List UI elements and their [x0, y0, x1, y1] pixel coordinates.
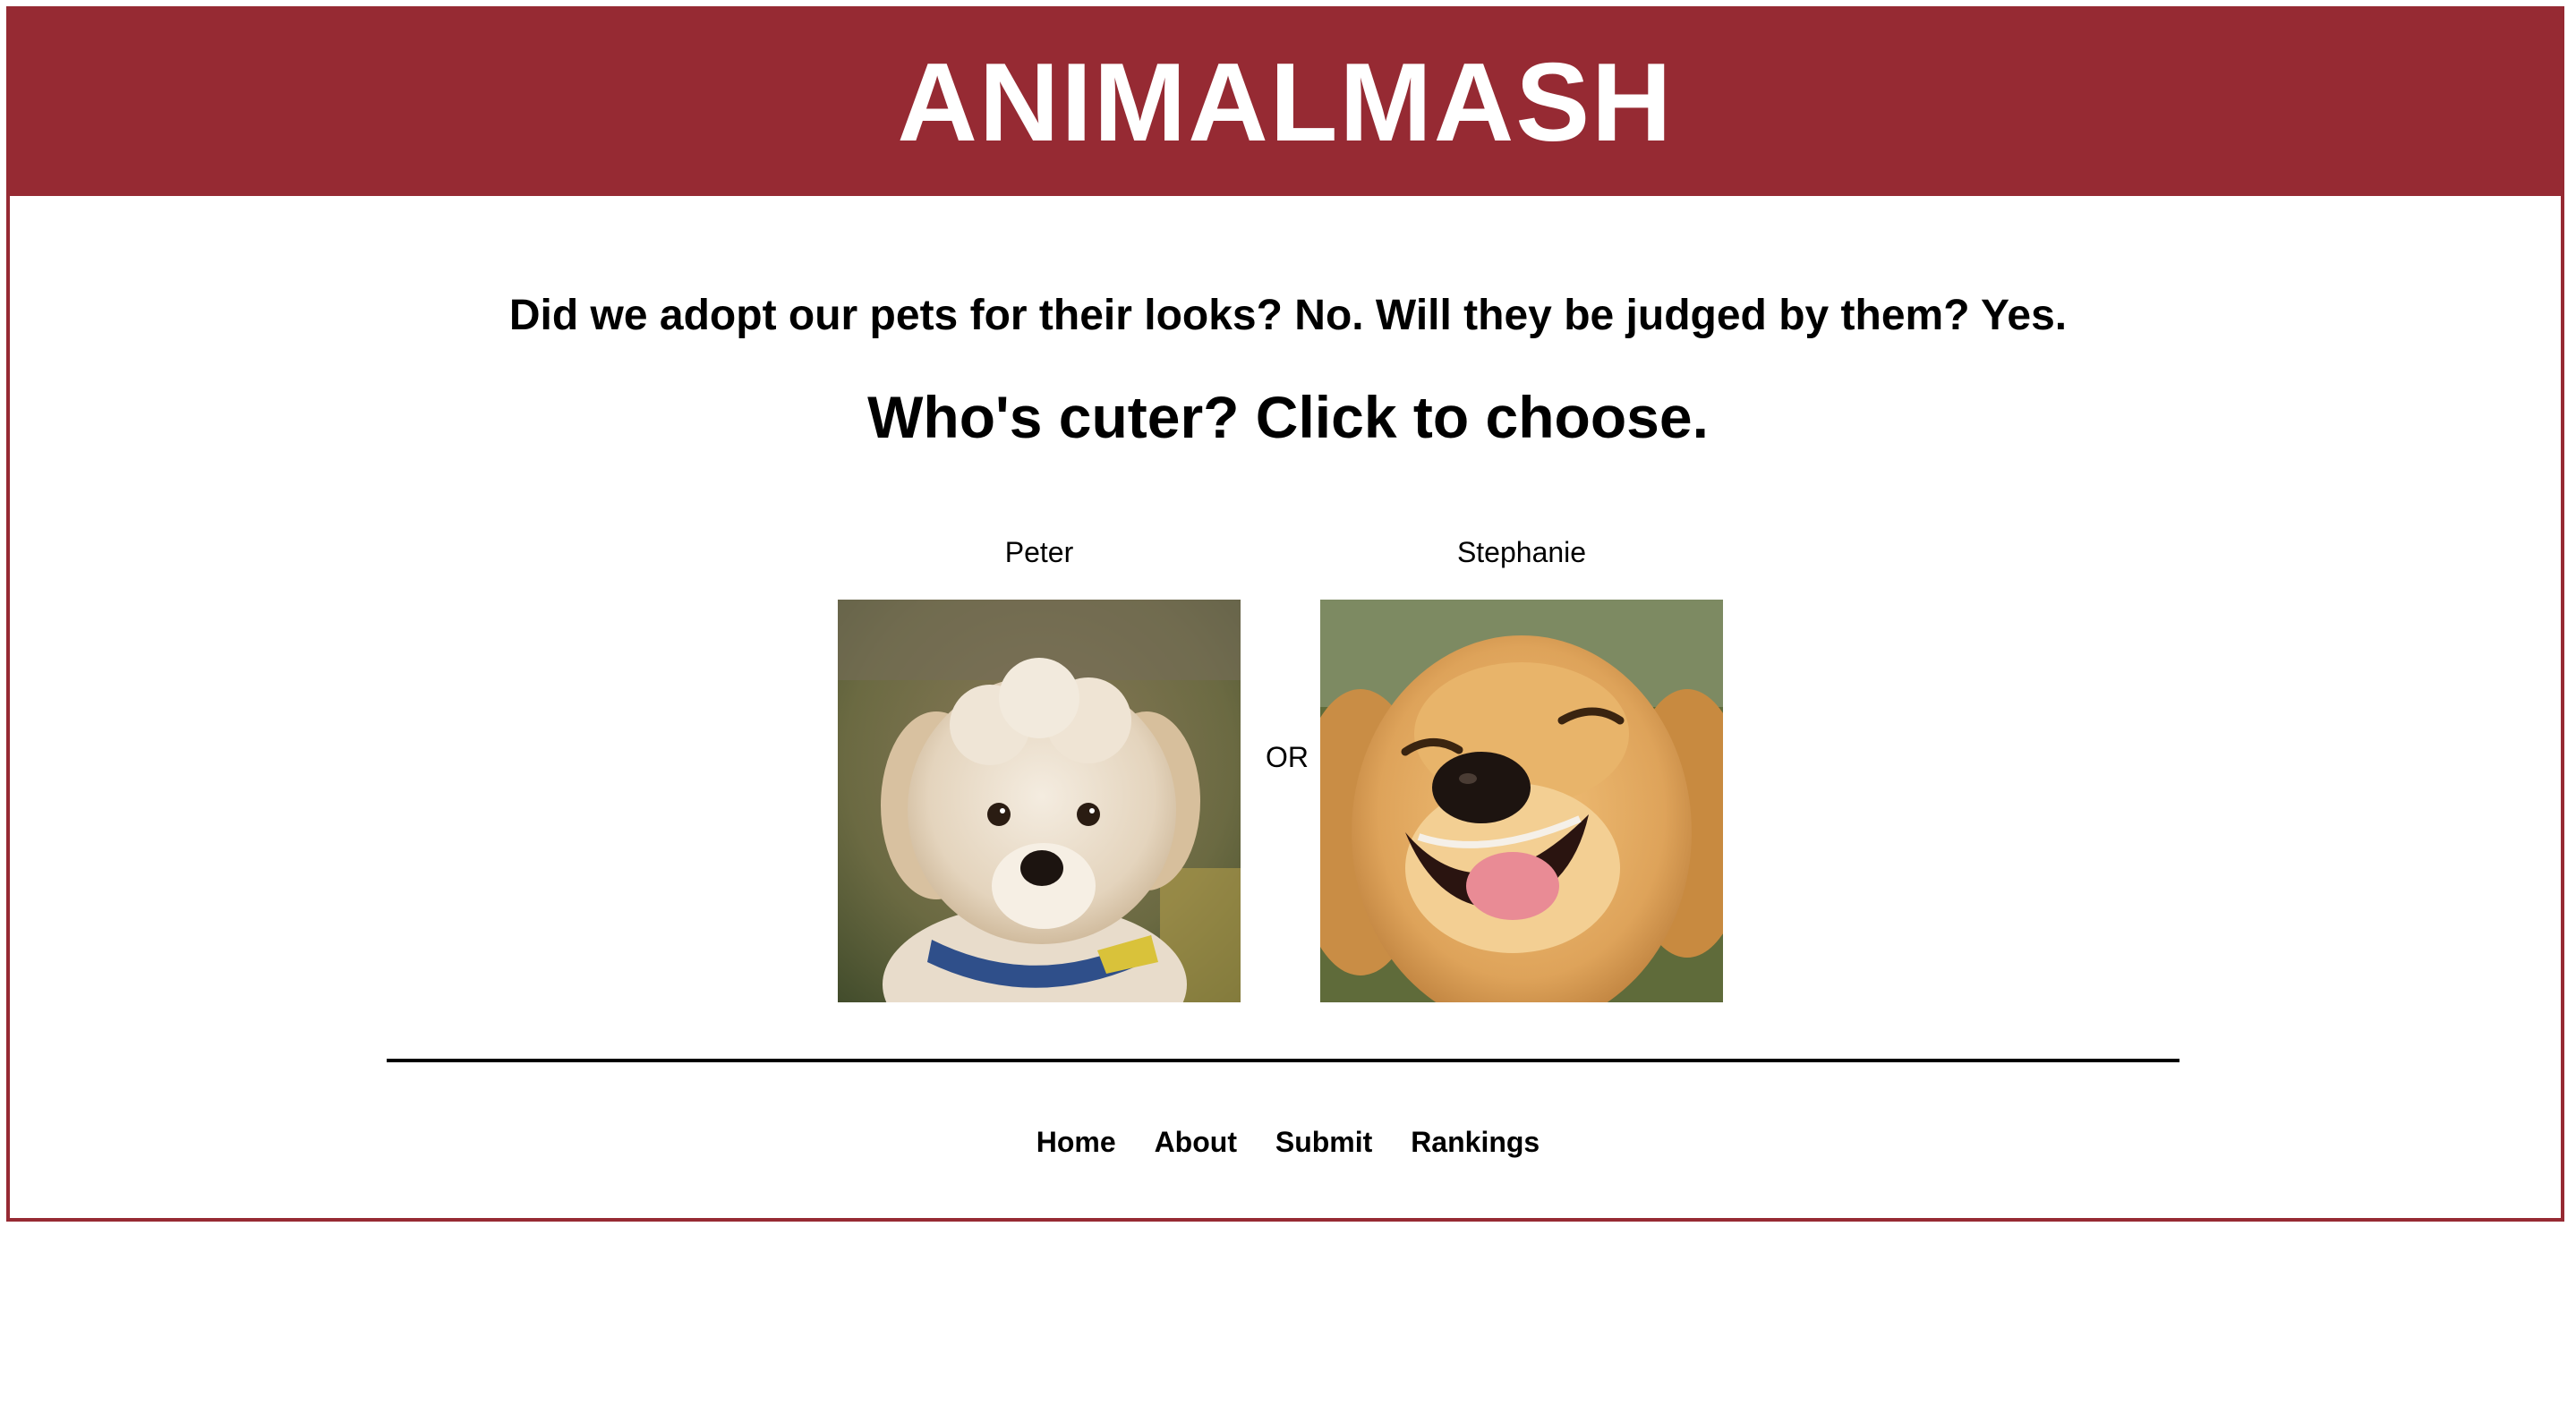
contestant-name: Peter: [1004, 536, 1074, 568]
site-header: ANIMALMASH: [10, 10, 2561, 196]
poodle-puppy-photo[interactable]: [838, 600, 1241, 1002]
contestant-name: Stephanie: [1456, 536, 1587, 568]
golden-retriever-photo[interactable]: [1320, 600, 1723, 1002]
choose-prompt: Who's cuter? Click to choose.: [867, 384, 1709, 450]
nav-submit-link[interactable]: Submit: [1275, 1126, 1372, 1158]
tagline: Did we adopt our pets for their looks? N…: [508, 292, 2068, 339]
contestant-stephanie[interactable]: Stephanie: [1320, 534, 1723, 1002]
or-separator: OR: [1266, 741, 1309, 773]
footer-divider: [387, 1059, 2179, 1062]
contestant-peter[interactable]: Peter: [838, 534, 1241, 1002]
footer-nav: Home About Submit Rankings: [0, 1126, 2576, 1159]
page-frame: ANIMALMASH: [6, 6, 2564, 1222]
nav-home-link[interactable]: Home: [1036, 1126, 1116, 1158]
nav-about-link[interactable]: About: [1155, 1126, 1237, 1158]
site-title: ANIMALMASH: [897, 41, 1674, 165]
nav-rankings-link[interactable]: Rankings: [1411, 1126, 1540, 1158]
